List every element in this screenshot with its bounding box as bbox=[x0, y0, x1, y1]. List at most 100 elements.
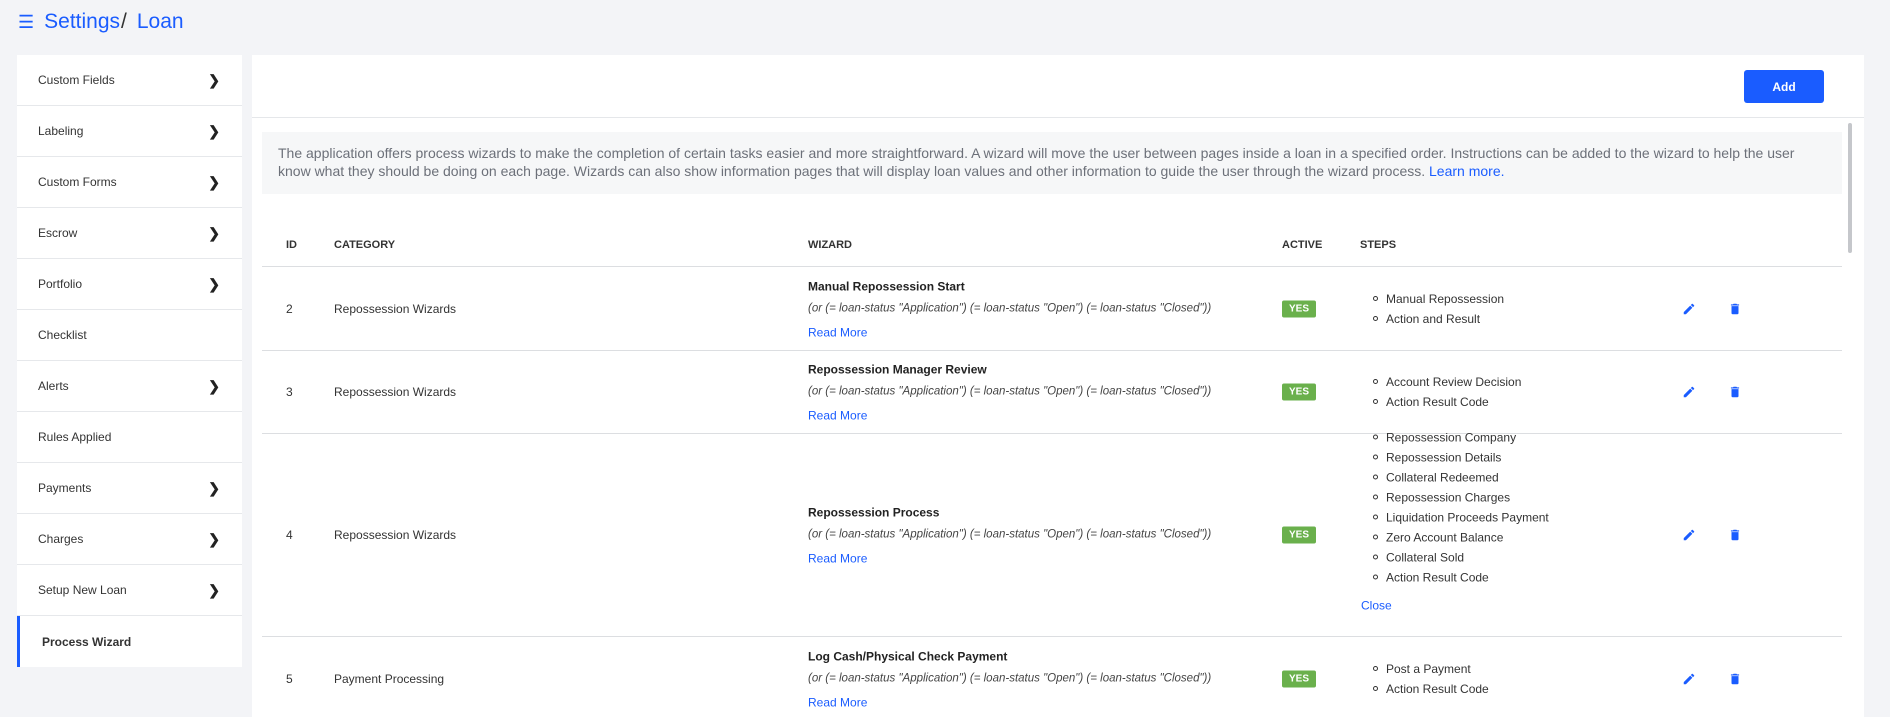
row-wizard: Repossession Manager Review (or (= loan-… bbox=[808, 362, 1248, 423]
row-steps: Repossession Company Repossession Detail… bbox=[1360, 428, 1680, 613]
sidebar-item-rules-applied[interactable]: Rules Applied bbox=[17, 412, 242, 463]
chevron-right-icon: ❯ bbox=[208, 581, 220, 598]
step-item: Liquidation Proceeds Payment bbox=[1360, 508, 1680, 528]
breadcrumb-separator: / bbox=[121, 10, 127, 33]
column-header-id[interactable]: ID bbox=[286, 239, 297, 251]
sidebar: Custom Fields ❯ Labeling ❯ Custom Forms … bbox=[17, 55, 242, 667]
chevron-right-icon: ❯ bbox=[208, 122, 220, 139]
sidebar-item-checklist[interactable]: Checklist bbox=[17, 310, 242, 361]
row-steps: Post a Payment Action Result Code bbox=[1360, 659, 1680, 699]
row-active: YES bbox=[1282, 383, 1317, 401]
sidebar-item-label: Alerts bbox=[38, 379, 69, 393]
wizard-formula: (or (= loan-status "Application") (= loa… bbox=[808, 528, 1212, 541]
sidebar-item-label: Custom Fields bbox=[38, 73, 115, 87]
read-more-link[interactable]: Read More bbox=[808, 695, 1248, 709]
step-item: Post a Payment bbox=[1360, 659, 1680, 679]
step-item: Manual Repossession bbox=[1360, 289, 1680, 309]
edit-icon[interactable] bbox=[1682, 302, 1696, 316]
sidebar-item-payments[interactable]: Payments ❯ bbox=[17, 463, 242, 514]
delete-icon[interactable] bbox=[1728, 672, 1742, 686]
row-id: 5 bbox=[286, 671, 293, 686]
panel-toolbar: Add bbox=[252, 55, 1864, 118]
menu-icon[interactable]: ☰ bbox=[18, 13, 34, 31]
read-more-link[interactable]: Read More bbox=[808, 326, 1248, 340]
table-row: 2 Repossession Wizards Manual Repossessi… bbox=[262, 268, 1842, 351]
sidebar-item-label: Custom Forms bbox=[38, 175, 117, 189]
row-active: YES bbox=[1282, 300, 1317, 318]
delete-icon[interactable] bbox=[1728, 302, 1742, 316]
wizard-title: Manual Repossession Start bbox=[808, 279, 965, 294]
sidebar-item-portfolio[interactable]: Portfolio ❯ bbox=[17, 259, 242, 310]
sidebar-item-alerts[interactable]: Alerts ❯ bbox=[17, 361, 242, 412]
row-active: YES bbox=[1282, 670, 1317, 687]
active-badge: YES bbox=[1282, 526, 1317, 544]
info-text: The application offers process wizards t… bbox=[278, 145, 1795, 179]
chevron-right-icon: ❯ bbox=[208, 275, 220, 292]
read-more-link[interactable]: Read More bbox=[808, 552, 1248, 566]
row-category: Repossession Wizards bbox=[334, 385, 457, 399]
read-more-link[interactable]: Read More bbox=[808, 409, 1248, 423]
step-item: Collateral Sold bbox=[1360, 548, 1680, 568]
sidebar-item-custom-forms[interactable]: Custom Forms ❯ bbox=[17, 157, 242, 208]
active-badge: YES bbox=[1282, 383, 1317, 401]
wizard-title: Log Cash/Physical Check Payment bbox=[808, 649, 1008, 663]
main-panel: Add The application offers process wizar… bbox=[252, 55, 1864, 717]
edit-icon[interactable] bbox=[1682, 528, 1696, 542]
step-item: Action Result Code bbox=[1360, 392, 1680, 412]
wizard-formula: (or (= loan-status "Application") (= loa… bbox=[808, 385, 1212, 398]
step-item: Zero Account Balance bbox=[1360, 528, 1680, 548]
learn-more-link[interactable]: Learn more. bbox=[1429, 163, 1504, 179]
chevron-right-icon: ❯ bbox=[208, 71, 220, 88]
wizard-title: Repossession Process bbox=[808, 505, 940, 520]
edit-icon[interactable] bbox=[1682, 672, 1696, 686]
sidebar-item-label: Process Wizard bbox=[42, 634, 132, 649]
sidebar-item-charges[interactable]: Charges ❯ bbox=[17, 514, 242, 565]
sidebar-item-labeling[interactable]: Labeling ❯ bbox=[17, 106, 242, 157]
row-active: YES bbox=[1282, 526, 1317, 544]
row-steps: Manual Repossession Action and Result bbox=[1360, 289, 1680, 329]
sidebar-item-label: Escrow bbox=[38, 226, 78, 240]
row-wizard: Manual Repossession Start (or (= loan-st… bbox=[808, 279, 1248, 340]
row-category: Repossession Wizards bbox=[334, 528, 457, 542]
sidebar-item-process-wizard[interactable]: Process Wizard bbox=[17, 616, 242, 667]
close-steps-link[interactable]: Close bbox=[1360, 599, 1680, 613]
row-steps: Account Review Decision Action Result Co… bbox=[1360, 372, 1680, 412]
wizard-title: Repossession Manager Review bbox=[808, 362, 987, 377]
row-id: 4 bbox=[286, 528, 293, 542]
sidebar-item-label: Labeling bbox=[38, 124, 84, 138]
active-badge: YES bbox=[1282, 300, 1317, 318]
sidebar-item-label: Payments bbox=[38, 481, 92, 495]
wizard-formula: (or (= loan-status "Application") (= loa… bbox=[808, 672, 1212, 684]
chevron-right-icon: ❯ bbox=[208, 479, 220, 496]
table-row: 3 Repossession Wizards Repossession Mana… bbox=[262, 351, 1842, 434]
sidebar-item-escrow[interactable]: Escrow ❯ bbox=[17, 208, 242, 259]
chevron-right-icon: ❯ bbox=[208, 530, 220, 547]
edit-icon[interactable] bbox=[1682, 385, 1696, 399]
breadcrumb-loan[interactable]: Loan bbox=[137, 10, 184, 34]
breadcrumb-settings[interactable]: Settings bbox=[44, 10, 120, 34]
sidebar-item-custom-fields[interactable]: Custom Fields ❯ bbox=[17, 55, 242, 106]
scrollbar[interactable] bbox=[1848, 123, 1852, 253]
delete-icon[interactable] bbox=[1728, 385, 1742, 399]
column-header-active[interactable]: ACTIVE bbox=[1282, 239, 1322, 251]
chevron-right-icon: ❯ bbox=[208, 377, 220, 394]
add-button[interactable]: Add bbox=[1744, 70, 1824, 103]
column-header-category[interactable]: CATEGORY bbox=[334, 239, 395, 251]
row-id: 2 bbox=[286, 302, 293, 316]
delete-icon[interactable] bbox=[1728, 528, 1742, 542]
active-badge: YES bbox=[1282, 670, 1317, 687]
column-header-steps[interactable]: STEPS bbox=[1360, 239, 1396, 251]
step-item: Repossession Company bbox=[1360, 428, 1680, 448]
step-item: Collateral Redeemed bbox=[1360, 468, 1680, 488]
row-category: Repossession Wizards bbox=[334, 302, 457, 316]
sidebar-item-setup-new-loan[interactable]: Setup New Loan ❯ bbox=[17, 565, 242, 616]
step-item: Repossession Charges bbox=[1360, 488, 1680, 508]
table-header: ID CATEGORY WIZARD ACTIVE STEPS bbox=[262, 220, 1842, 267]
table-row: 5 Payment Processing Log Cash/Physical C… bbox=[262, 637, 1842, 717]
step-item: Account Review Decision bbox=[1360, 372, 1680, 392]
sidebar-item-label: Portfolio bbox=[38, 277, 83, 291]
row-category: Payment Processing bbox=[334, 671, 445, 686]
chevron-right-icon: ❯ bbox=[208, 224, 220, 241]
column-header-wizard[interactable]: WIZARD bbox=[808, 239, 852, 251]
sidebar-item-label: Checklist bbox=[38, 328, 87, 342]
